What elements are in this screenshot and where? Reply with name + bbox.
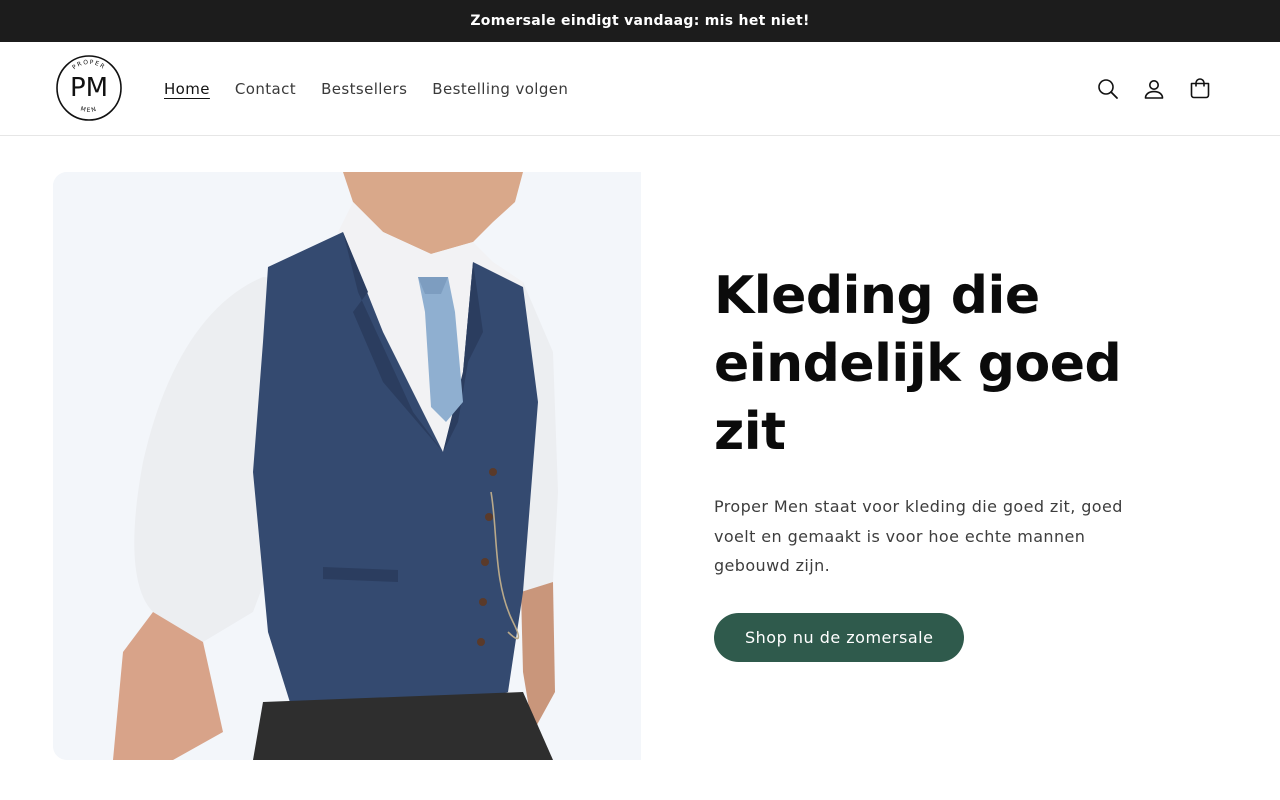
account-button[interactable]	[1131, 67, 1177, 111]
nav-home[interactable]: Home	[164, 80, 210, 98]
nav-track-order[interactable]: Bestelling volgen	[432, 80, 568, 98]
announcement-text: Zomersale eindigt vandaag: mis het niet!	[470, 13, 810, 29]
hero-description: Proper Men staat voor kleding die goed z…	[714, 497, 1123, 575]
hero-content: Kleding die eindelijk goed zit Proper Me…	[714, 262, 1184, 662]
nav-bestsellers[interactable]: Bestsellers	[321, 80, 407, 98]
logo[interactable]: PROPER MEN PM	[53, 51, 125, 125]
cart-button[interactable]	[1177, 67, 1223, 111]
man-in-vest-photo	[53, 172, 641, 760]
header-icons	[1085, 42, 1223, 135]
search-icon	[1098, 78, 1118, 99]
shop-sale-button[interactable]: Shop nu de zomersale	[714, 612, 965, 662]
nav-contact[interactable]: Contact	[235, 80, 296, 98]
site-header: PROPER MEN PM Home Contact Bestsellers B…	[0, 42, 1280, 136]
hero-image	[53, 172, 641, 760]
search-button[interactable]	[1085, 67, 1131, 111]
main-nav: Home Contact Bestsellers Bestelling volg…	[164, 42, 593, 135]
hero-title: Kleding die eindelijk goed zit	[714, 266, 1122, 462]
account-icon	[1144, 79, 1164, 99]
announcement-bar: Zomersale eindigt vandaag: mis het niet!	[0, 0, 1280, 42]
logo-monogram: PM	[70, 73, 108, 103]
cart-icon	[1190, 77, 1210, 98]
